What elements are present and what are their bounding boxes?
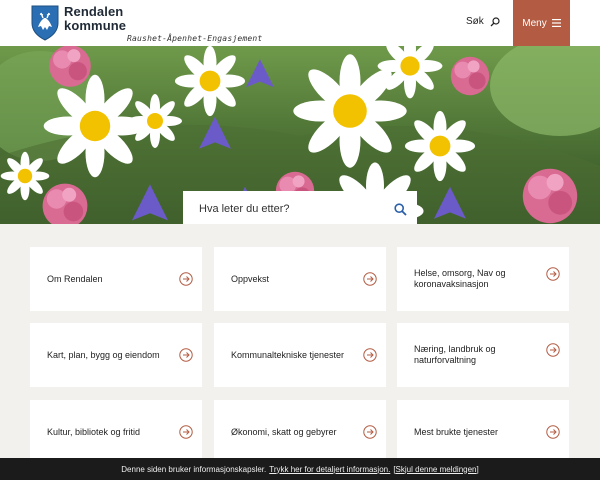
brand-name: Rendalen kommune	[64, 5, 126, 33]
menu-button[interactable]: Meny	[513, 0, 570, 46]
tagline: Raushet-Åpenhet-Engasjement	[127, 34, 263, 43]
coat-of-arms-icon	[31, 5, 59, 41]
circled-arrow-right-icon	[179, 425, 193, 439]
hamburger-icon	[551, 19, 561, 27]
search-submit-button[interactable]	[383, 191, 417, 224]
card-helse-omsorg[interactable]: Helse, omsorg, Nav og koronavaksinasjon	[397, 247, 569, 311]
card-label: Kart, plan, bygg og eiendom	[47, 349, 160, 360]
card-label: Næring, landbruk og naturforvaltning	[414, 344, 496, 365]
cookie-text: Denne siden bruker informasjonskapsler.	[121, 464, 267, 474]
card-oppvekst[interactable]: Oppvekst	[214, 247, 386, 311]
card-label: Oppvekst	[231, 273, 270, 284]
card-label: Økonomi, skatt og gebyrer	[231, 426, 337, 437]
circled-arrow-right-icon	[546, 343, 560, 357]
cookie-details-link[interactable]: Trykk her for detaljert informasjon.	[269, 465, 390, 474]
card-om-rendalen[interactable]: Om Rendalen	[30, 247, 202, 311]
card-naering-landbruk[interactable]: Næring, landbruk og naturforvaltning	[397, 323, 569, 387]
circled-arrow-right-icon	[363, 348, 377, 362]
circled-arrow-right-icon	[546, 425, 560, 439]
header-search-button[interactable]: Søk	[466, 16, 500, 27]
magnifier-icon	[490, 16, 500, 26]
brand-line-1: Rendalen	[64, 4, 124, 19]
card-kommunaltekniske[interactable]: Kommunaltekniske tjenester	[214, 323, 386, 387]
header-search-label: Søk	[466, 16, 484, 27]
hero-banner	[0, 46, 600, 224]
site-header: Rendalen kommune Raushet-Åpenhet-Engasje…	[0, 0, 600, 46]
circled-arrow-right-icon	[179, 348, 193, 362]
circled-arrow-right-icon	[363, 272, 377, 286]
card-label: Kultur, bibliotek og fritid	[47, 426, 141, 437]
cookie-banner: Denne siden bruker informasjonskapsler. …	[0, 458, 600, 480]
card-kart-plan-bygg[interactable]: Kart, plan, bygg og eiendom	[30, 323, 202, 387]
cookie-hide-link[interactable]: [Skjul denne meldingen]	[393, 465, 478, 474]
card-label: Om Rendalen	[47, 273, 103, 284]
card-label: Mest brukte tjenester	[414, 426, 499, 437]
menu-label: Meny	[522, 17, 547, 29]
circled-arrow-right-icon	[363, 425, 377, 439]
card-label: Kommunaltekniske tjenester	[231, 349, 345, 360]
card-mest-brukte[interactable]: Mest brukte tjenester	[397, 400, 569, 464]
circled-arrow-right-icon	[179, 272, 193, 286]
circled-arrow-right-icon	[546, 267, 560, 281]
hero-search-box	[183, 191, 417, 224]
card-okonomi-skatt[interactable]: Økonomi, skatt og gebyrer	[214, 400, 386, 464]
magnifier-icon	[393, 202, 407, 216]
card-kultur-bibliotek[interactable]: Kultur, bibliotek og fritid	[30, 400, 202, 464]
site-logo[interactable]: Rendalen kommune	[30, 5, 126, 41]
card-label: Helse, omsorg, Nav og koronavaksinasjon	[414, 268, 506, 289]
brand-line-2: kommune	[64, 18, 127, 33]
search-input[interactable]	[183, 191, 383, 224]
